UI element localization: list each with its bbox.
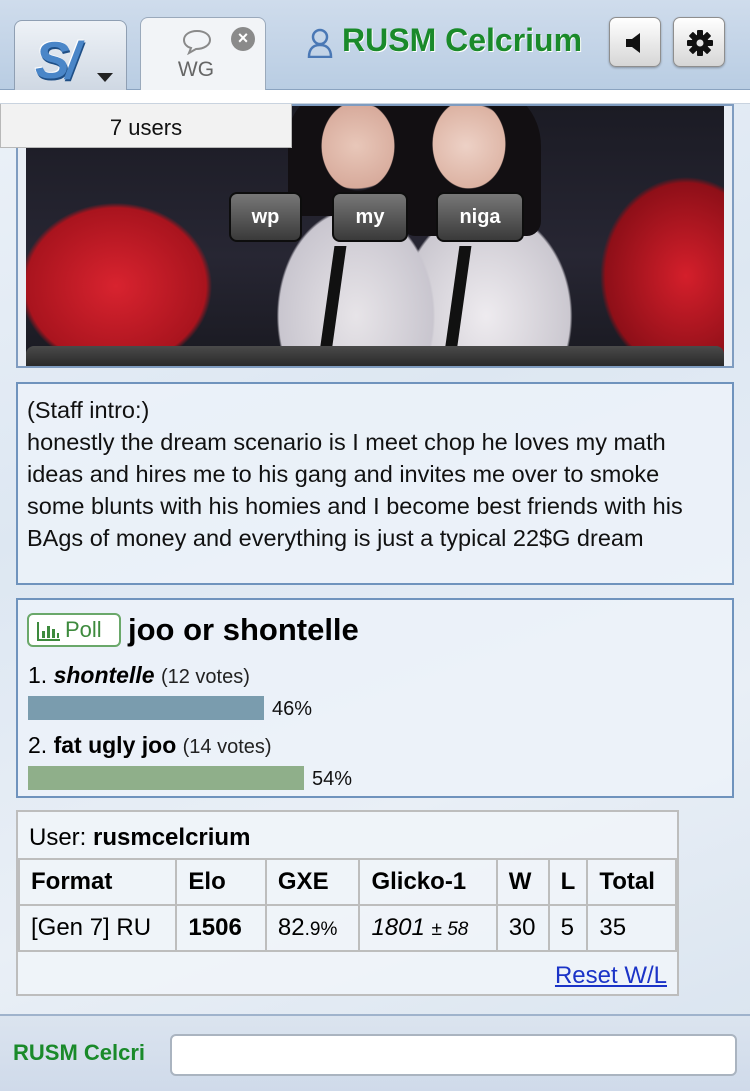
- top-header: S/ WG × RUSM Celcrium: [0, 0, 750, 92]
- staff-intro-body: honestly the dream scenario is I meet ch…: [27, 429, 683, 551]
- col-total: Total: [586, 858, 677, 906]
- glicko-rating: 1801: [371, 914, 425, 941]
- chat-bubble-icon: [182, 29, 212, 55]
- ladder-user: User: rusmcelcrium: [29, 824, 250, 852]
- ladder-user-label: User:: [29, 824, 87, 851]
- poll-option-number: 2.: [28, 732, 48, 758]
- settings-button[interactable]: [673, 17, 725, 67]
- image-button-my[interactable]: my: [332, 192, 408, 242]
- chat-input-bar: RUSM Celcri: [0, 1014, 750, 1091]
- sound-button[interactable]: [609, 17, 661, 67]
- close-icon[interactable]: ×: [231, 27, 255, 51]
- poll-option-name: fat ugly joo: [53, 732, 177, 758]
- image-button-niga[interactable]: niga: [436, 192, 524, 242]
- ladder-user-name: rusmcelcrium: [93, 824, 251, 851]
- table-row: [Gen 7] RU 1506 82.9% 1801 ± 58 30 5 35: [17, 904, 677, 952]
- poll-result-bar: [28, 696, 264, 720]
- cell-elo: 1506: [175, 904, 267, 952]
- poll-option-votes: (12 votes): [160, 666, 250, 688]
- reset-wl-link[interactable]: Reset W/L: [555, 962, 667, 990]
- userlist-toggle[interactable]: 7 users: [0, 104, 292, 148]
- image-caption-bar: [26, 346, 724, 366]
- table-header-row: Format Elo GXE Glicko-1 W L Total: [17, 858, 677, 906]
- col-glicko: Glicko-1: [358, 858, 498, 906]
- showdown-logo-icon: S/: [35, 32, 80, 90]
- image-button-wp[interactable]: wp: [229, 192, 302, 242]
- cell-w: 30: [495, 904, 550, 952]
- poll-option: 1. shontelle (12 votes): [28, 662, 250, 689]
- poll-option-votes: (14 votes): [182, 736, 272, 758]
- poll-badge-label: Poll: [65, 617, 102, 642]
- poll-option: 2. fat ugly joo (14 votes): [28, 732, 272, 759]
- poll-result-bar: [28, 766, 304, 790]
- room-tab-label: WG: [177, 58, 215, 81]
- caret-down-icon: [97, 73, 113, 82]
- cell-format: [Gen 7] RU: [17, 904, 178, 952]
- poll: Poll joo or shontelle 1. shontelle (12 v…: [16, 598, 734, 798]
- staff-intro: (Staff intro:) honestly the dream scenar…: [16, 382, 734, 585]
- col-elo: Elo: [175, 858, 267, 906]
- cell-l: 5: [547, 904, 589, 952]
- cell-glicko: 1801 ± 58: [358, 904, 498, 952]
- current-user-name[interactable]: RUSM Celcrium: [342, 22, 582, 59]
- ladder-table: Format Elo GXE Glicko-1 W L Total [Gen 7…: [17, 858, 677, 952]
- cell-total: 35: [586, 904, 677, 952]
- speaker-icon: [626, 33, 640, 53]
- col-gxe: GXE: [264, 858, 361, 906]
- chat-message-input[interactable]: [170, 1034, 737, 1076]
- bar-chart-icon: [37, 622, 60, 641]
- chat-username[interactable]: RUSM Celcri: [13, 1040, 145, 1066]
- gxe-decimal: .9%: [304, 919, 338, 940]
- ladder-stats: User: rusmcelcrium Format Elo GXE Glicko…: [16, 810, 679, 996]
- poll-option-number: 1.: [28, 662, 48, 688]
- gear-icon: [687, 30, 713, 56]
- poll-result-percent: 54%: [312, 768, 353, 790]
- room-tab-wg[interactable]: WG ×: [140, 17, 266, 92]
- poll-result-percent: 46%: [272, 698, 313, 720]
- cell-gxe: 82.9%: [264, 904, 361, 952]
- header-divider: [0, 90, 750, 104]
- poll-question: joo or shontelle: [128, 612, 359, 647]
- main-menu-button[interactable]: S/: [14, 20, 127, 90]
- col-format: Format: [17, 858, 178, 906]
- poll-option-name: shontelle: [53, 662, 155, 688]
- col-w: W: [495, 858, 550, 906]
- staff-intro-heading: (Staff intro:): [27, 397, 150, 423]
- col-l: L: [547, 858, 589, 906]
- gxe-main: 82: [277, 914, 305, 941]
- poll-badge: Poll: [27, 613, 121, 647]
- glicko-deviation: ± 58: [431, 919, 469, 940]
- user-icon: [307, 28, 333, 58]
